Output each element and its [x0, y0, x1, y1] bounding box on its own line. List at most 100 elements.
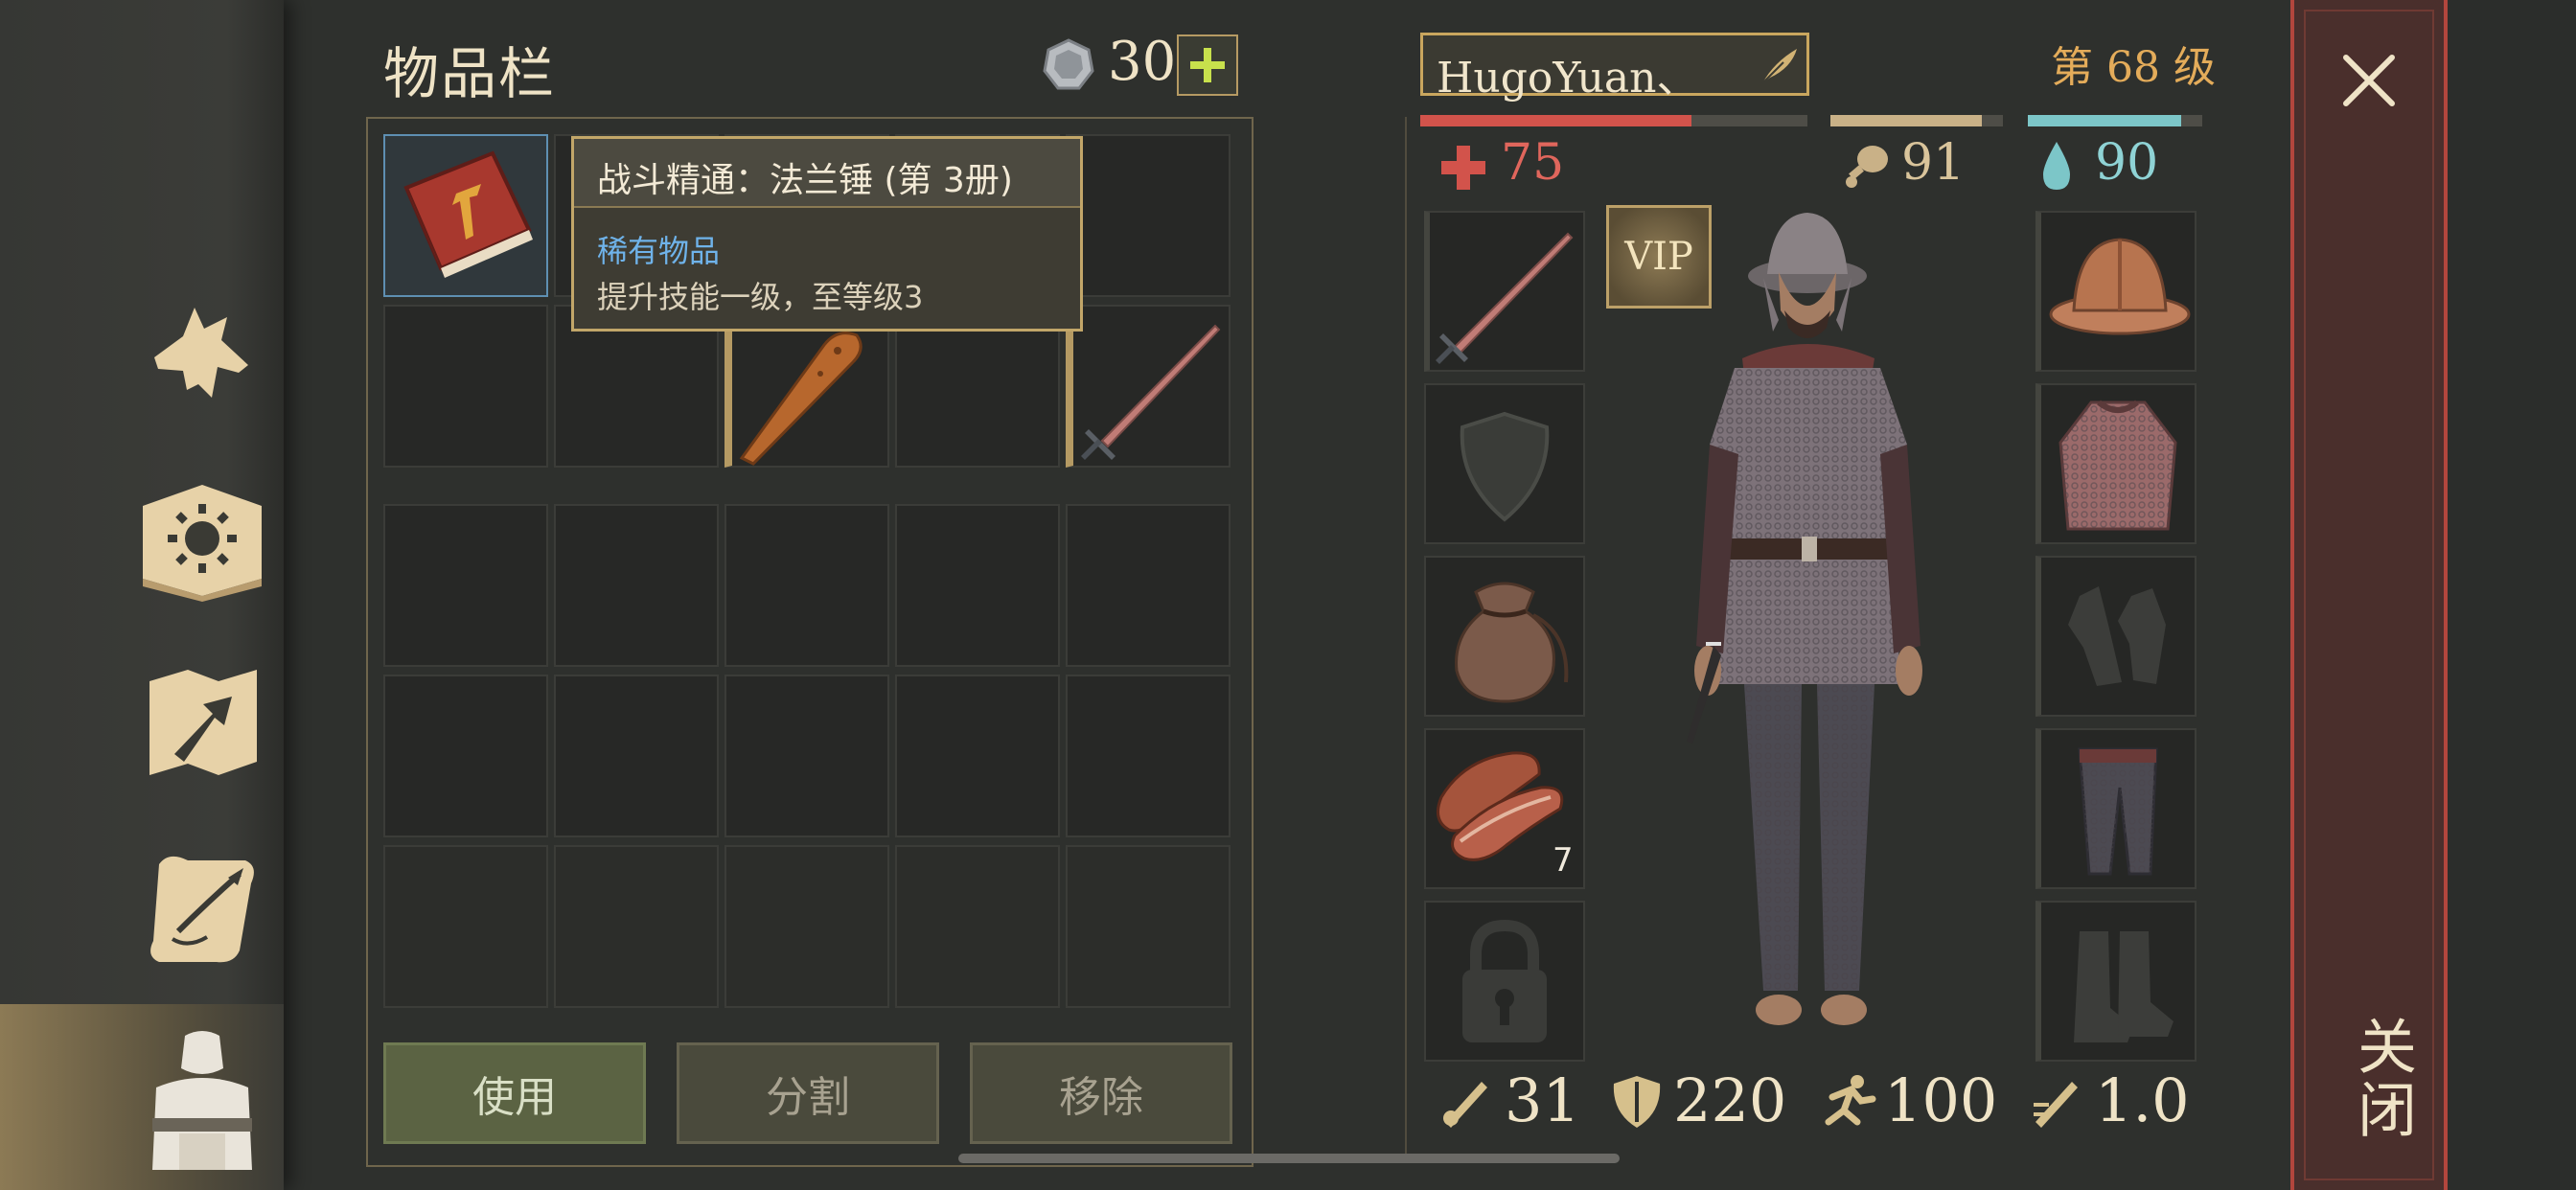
close-panel-border: [2304, 10, 2434, 1180]
inventory-slot[interactable]: [1066, 845, 1230, 1008]
armor-value: 220: [1673, 1065, 1787, 1135]
character-level: 第 68 级: [2051, 43, 2216, 92]
inventory-slot-book[interactable]: [383, 134, 548, 297]
item-tooltip: 战斗精通：法兰锤 (第 3册) 稀有物品 提升技能一级，至等级3: [571, 136, 1083, 332]
inventory-slot[interactable]: [383, 504, 548, 667]
character-model[interactable]: [1629, 205, 1993, 1067]
inventory-slot[interactable]: [1066, 134, 1230, 297]
health-cross-icon: [1441, 146, 1485, 190]
quill-edit-icon[interactable]: [1759, 45, 1801, 87]
water-bar-fill: [2028, 115, 2182, 126]
close-panel[interactable]: [2290, 0, 2448, 1190]
equip-slot-food[interactable]: 7: [1424, 728, 1585, 889]
character-icon: [152, 1031, 252, 1170]
home-indicator: [958, 1154, 1620, 1163]
inventory-slot[interactable]: [724, 675, 889, 837]
equip-slot-weapon[interactable]: [1424, 211, 1585, 372]
shield-icon: [1460, 411, 1550, 522]
close-icon[interactable]: [2338, 50, 2400, 111]
inventory-slot[interactable]: [895, 504, 1060, 667]
water-bar: [2028, 115, 2202, 126]
pouch-bag-icon: [1455, 582, 1569, 703]
nav-crafting-button[interactable]: [130, 652, 274, 795]
inventory-slot[interactable]: [383, 305, 548, 468]
inventory-slot[interactable]: [383, 845, 548, 1008]
gloves-icon: [2068, 586, 2166, 686]
add-coins-button[interactable]: [1177, 34, 1238, 96]
inventory-slot[interactable]: [554, 675, 719, 837]
stack-count: 7: [1552, 841, 1574, 880]
inventory-slot[interactable]: [383, 675, 548, 837]
inventory-slot[interactable]: [895, 675, 1060, 837]
inventory-slot-sword[interactable]: [1066, 305, 1230, 468]
food-bar: [1830, 115, 2003, 126]
attack-stat: 31: [1439, 1065, 1580, 1135]
equip-slot-shield[interactable]: [1424, 383, 1585, 544]
combat-stats-bar: 31 220 100 1.0: [1407, 1065, 2212, 1152]
health-bar-fill: [1420, 115, 1691, 126]
nav-quests-button[interactable]: [130, 835, 274, 979]
water-drop-icon: [2043, 142, 2070, 190]
use-button[interactable]: 使用: [383, 1042, 646, 1144]
wolf-icon: [154, 308, 248, 398]
equip-slot-gloves[interactable]: [2036, 556, 2196, 717]
panel-divider: [1405, 117, 1407, 1161]
attack-speed-icon: [2034, 1081, 2078, 1128]
food-bar-fill: [1830, 115, 1983, 126]
character-name: HugoYuan、: [1437, 54, 1699, 103]
inventory-slot[interactable]: [724, 845, 889, 1008]
inventory-slot[interactable]: [554, 504, 719, 667]
leg-armor-icon: [2078, 747, 2158, 876]
equip-slot-body[interactable]: [2036, 383, 2196, 544]
character-name-box[interactable]: HugoYuan、: [1420, 33, 1809, 103]
sword-icon: [1436, 232, 1574, 364]
shield-stat-icon: [1613, 1075, 1661, 1128]
equip-slot-legs[interactable]: [2036, 728, 2196, 889]
inventory-slot[interactable]: [895, 845, 1060, 1008]
chainmail-armor-icon: [2058, 400, 2177, 531]
equip-slot-bag[interactable]: [1424, 556, 1585, 717]
inventory-slot[interactable]: [724, 504, 889, 667]
tooltip-title: 战斗精通：法兰锤 (第 3册): [597, 161, 1013, 200]
food-value: 91: [1901, 134, 1966, 192]
nav-character-button[interactable]: [130, 1021, 274, 1184]
equip-slot-boots[interactable]: [2036, 901, 2196, 1062]
silver-coin-icon: [1043, 38, 1094, 90]
boots-icon: [2074, 931, 2174, 1042]
inventory-title: 物品栏: [383, 41, 557, 106]
sword-hand-icon: [1443, 1081, 1487, 1128]
helmet-icon: [2049, 238, 2191, 335]
sun-book-icon: [143, 485, 262, 602]
remove-button[interactable]: 移除: [970, 1042, 1232, 1144]
armor-stat: 220: [1608, 1065, 1786, 1135]
crafting-map-icon: [150, 670, 257, 775]
attack-speed-value: 1.0: [2095, 1065, 2190, 1135]
food-meat-icon: [1846, 146, 1888, 188]
split-button[interactable]: 分割: [677, 1042, 939, 1144]
attack-value: 31: [1505, 1065, 1580, 1135]
plus-icon: [1190, 48, 1225, 82]
water-value: 90: [2095, 134, 2159, 192]
nav-skills-book-button[interactable]: [130, 468, 274, 611]
sword-icon: [1081, 324, 1221, 460]
equip-slot-locked[interactable]: [1424, 901, 1585, 1062]
padlock-icon: [1462, 919, 1547, 1042]
attack-speed-stat: 1.0: [2030, 1065, 2190, 1135]
close-label[interactable]: 关闭: [2338, 1016, 2425, 1142]
tooltip-rarity: 稀有物品: [597, 233, 721, 269]
health-value: 75: [1501, 134, 1565, 192]
scroll-quest-icon: [150, 856, 254, 963]
tooltip-description: 提升技能一级，至等级3: [597, 279, 924, 315]
inventory-slot[interactable]: [1066, 675, 1230, 837]
speed-stat: 100: [1819, 1065, 1997, 1135]
speed-value: 100: [1884, 1065, 1998, 1135]
running-icon: [1825, 1074, 1876, 1125]
equip-slot-helmet[interactable]: [2036, 211, 2196, 372]
nav-wolf-button[interactable]: [130, 284, 274, 427]
right-edge-background: [2448, 0, 2576, 1190]
inventory-slot[interactable]: [1066, 504, 1230, 667]
coin-count: 30: [1108, 31, 1177, 93]
skill-book-icon: [403, 150, 533, 278]
health-bar: [1420, 115, 1807, 126]
inventory-slot[interactable]: [554, 845, 719, 1008]
